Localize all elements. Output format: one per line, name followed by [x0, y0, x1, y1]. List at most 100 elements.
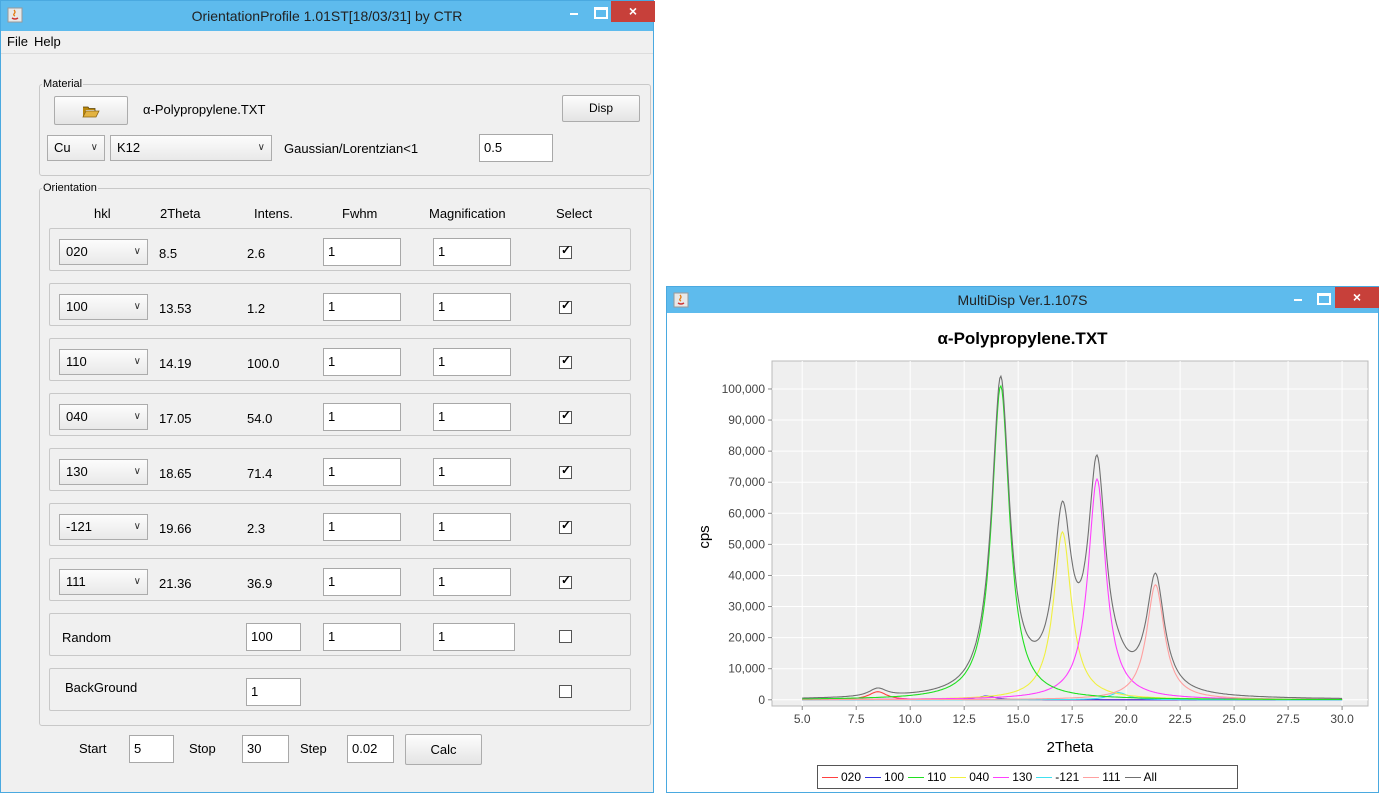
y-axis-label: cps	[696, 525, 713, 548]
select-checkbox[interactable]: ✓	[559, 408, 572, 424]
magnification-input[interactable]: 1	[433, 513, 511, 541]
magnification-input[interactable]: 1	[433, 458, 511, 486]
hkl-value: 130	[66, 464, 88, 479]
legend-item: 111	[1083, 766, 1121, 788]
x-tick-label: 15.0	[1006, 712, 1030, 726]
hkl-select[interactable]: 040 ∨	[59, 404, 148, 430]
calc-button[interactable]: Calc	[405, 734, 482, 765]
legend-swatch	[865, 777, 882, 779]
hkl-select[interactable]: 111 ∨	[59, 569, 148, 595]
legend-label: 110	[927, 770, 947, 784]
legend-item: 130	[993, 766, 1032, 788]
chart-legend: 020 100 110 040 130 -121 111 All	[817, 765, 1238, 789]
checkmark-icon: ✓	[561, 408, 572, 422]
y-tick-label: 20,000	[728, 631, 765, 645]
fwhm-input[interactable]: 1	[323, 238, 401, 266]
chevron-down-icon: ∨	[133, 246, 141, 257]
legend-label: 100	[884, 770, 905, 784]
fwhm-input[interactable]: 1	[323, 568, 401, 596]
legend-swatch	[993, 777, 1010, 779]
hkl-select[interactable]: 020 ∨	[59, 239, 148, 265]
checkmark-icon: ✓	[561, 243, 572, 257]
menu-file[interactable]: File	[4, 31, 31, 53]
magnification-input[interactable]: 1	[433, 568, 511, 596]
legend-swatch	[1036, 777, 1053, 779]
header-fwhm: Fwhm	[342, 206, 378, 221]
y-tick-label: 10,000	[728, 662, 765, 676]
theta-value: 19.66	[159, 521, 192, 536]
theta-value: 13.53	[159, 301, 192, 316]
random-select-checkbox[interactable]	[559, 630, 572, 643]
theta-value: 18.65	[159, 466, 192, 481]
fwhm-input[interactable]: 1	[323, 403, 401, 431]
random-intens-input[interactable]: 100	[246, 623, 301, 651]
intens-value: 36.9	[247, 576, 273, 591]
legend-swatch	[950, 777, 967, 779]
magnification-input[interactable]: 1	[433, 238, 511, 266]
random-label: Random	[62, 630, 112, 645]
fwhm-input[interactable]: 1	[323, 513, 401, 541]
target-select[interactable]: Cu ∨	[47, 135, 105, 161]
select-checkbox[interactable]: ✓	[559, 518, 572, 534]
hkl-select[interactable]: 130 ∨	[59, 459, 148, 485]
theta-value: 21.36	[159, 576, 192, 591]
maximize-button[interactable]	[587, 1, 613, 22]
left-title-bar[interactable]: OrientationProfile 1.01ST[18/03/31] by C…	[1, 1, 655, 31]
magnification-input[interactable]: 1	[433, 348, 511, 376]
legend-label: 020	[841, 770, 862, 784]
x-axis-label: 2Theta	[1047, 739, 1094, 756]
disp-button[interactable]: Disp	[562, 95, 640, 122]
x-tick-label: 30.0	[1330, 712, 1354, 726]
random-magnification-input[interactable]: 1	[433, 623, 515, 651]
hkl-select[interactable]: 100 ∨	[59, 294, 148, 320]
y-tick-label: 90,000	[728, 413, 765, 427]
fwhm-input[interactable]: 1	[323, 348, 401, 376]
hkl-select[interactable]: -121 ∨	[59, 514, 148, 540]
intens-value: 54.0	[247, 411, 273, 426]
x-tick-label: 20.0	[1114, 712, 1138, 726]
line-select[interactable]: K12 ∨	[110, 135, 272, 161]
y-tick-label: 0	[758, 693, 765, 707]
select-checkbox[interactable]: ✓	[559, 353, 572, 369]
select-checkbox[interactable]: ✓	[559, 298, 572, 314]
y-tick-label: 80,000	[728, 444, 765, 458]
header-2theta: 2Theta	[160, 206, 201, 221]
legend-swatch	[822, 777, 838, 779]
random-fwhm-input[interactable]: 1	[323, 623, 401, 651]
open-file-button[interactable]	[54, 96, 128, 125]
line-select-value: K12	[117, 140, 141, 155]
menu-help[interactable]: Help	[31, 31, 64, 53]
x-tick-label: 10.0	[899, 712, 923, 726]
hkl-select[interactable]: 110 ∨	[59, 349, 148, 375]
magnification-input[interactable]: 1	[433, 403, 511, 431]
intens-value: 2.6	[247, 246, 266, 261]
legend-label: -121	[1055, 770, 1080, 784]
material-file-name: α-Polypropylene.TXT	[143, 102, 266, 117]
close-button[interactable]: ×	[611, 1, 655, 22]
start-input[interactable]: 5	[129, 735, 174, 763]
chevron-down-icon: ∨	[90, 142, 98, 153]
select-checkbox[interactable]: ✓	[559, 243, 572, 259]
stop-label: Stop	[189, 741, 216, 756]
stop-input[interactable]: 30	[242, 735, 289, 763]
intens-value: 71.4	[247, 466, 273, 481]
fwhm-input[interactable]: 1	[323, 458, 401, 486]
minimize-button[interactable]	[561, 1, 587, 22]
select-checkbox[interactable]: ✓	[559, 463, 572, 479]
header-hkl: hkl	[94, 206, 111, 221]
legend-item: 100	[865, 766, 904, 788]
magnification-input[interactable]: 1	[433, 293, 511, 321]
legend-swatch	[908, 777, 925, 779]
step-input[interactable]: 0.02	[347, 735, 394, 763]
plot-area	[771, 360, 1369, 707]
fwhm-input[interactable]: 1	[323, 293, 401, 321]
ratio-input[interactable]: 0.5	[479, 134, 553, 162]
menu-bar: File Help	[1, 31, 653, 54]
select-checkbox[interactable]: ✓	[559, 573, 572, 589]
background-input[interactable]: 1	[246, 678, 301, 706]
legend-item: 110	[908, 766, 946, 788]
legend-label: 040	[969, 770, 990, 784]
hkl-value: 040	[66, 409, 88, 424]
chevron-down-icon: ∨	[133, 521, 141, 532]
background-select-checkbox[interactable]	[559, 685, 572, 698]
